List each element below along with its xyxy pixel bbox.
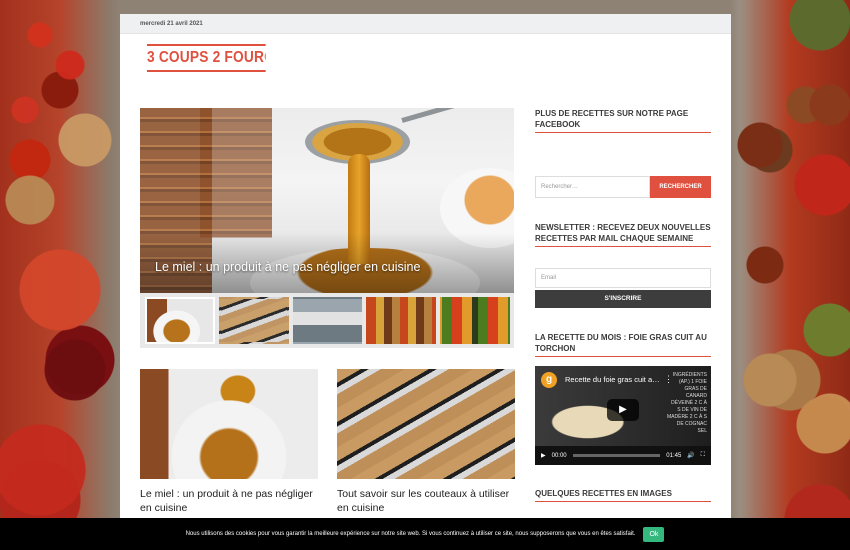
- search-form: Rechercher… RECHERCHER: [535, 176, 711, 198]
- cookie-banner: Nous utilisons des cookies pour vous gar…: [0, 518, 850, 550]
- thumbnail-honey[interactable]: [145, 297, 215, 344]
- play-button[interactable]: ▶: [607, 399, 639, 421]
- newsletter-widget-title: NEWSLETTER : RECEVEZ DEUX NOUVELLES RECE…: [535, 222, 711, 247]
- cookie-ok-button[interactable]: Ok: [643, 526, 665, 542]
- post-title[interactable]: Tout savoir sur les couteaux à utiliser …: [337, 487, 515, 515]
- background-decoration-left: [0, 0, 120, 550]
- search-button[interactable]: RECHERCHER: [650, 176, 711, 198]
- images-widget-title: QUELQUES RECETTES EN IMAGES: [535, 488, 711, 502]
- background-decoration-right: [730, 0, 850, 550]
- channel-logo-icon[interactable]: g: [541, 372, 557, 388]
- subscribe-button[interactable]: S'INSCRIRE: [535, 290, 711, 308]
- volume-icon[interactable]: 🔊: [687, 452, 694, 459]
- video-overlay-notes: INGRÉDIENTS (AP.) 1 FOIE GRAS DE CANARD …: [667, 372, 708, 434]
- video-controls: ▶ 00:00 01:45 🔊 ⛶: [535, 446, 711, 465]
- spoon-handle-decoration: [401, 108, 514, 123]
- slider-thumbnails: [140, 293, 514, 348]
- thumbnail-kitchen[interactable]: [292, 297, 363, 344]
- cookie-text: Nous utilisons des cookies pour vous gar…: [185, 531, 636, 537]
- play-icon[interactable]: ▶: [541, 452, 546, 459]
- recipe-month-title: LA RECETTE DU MOIS : FOIE GRAS CUIT AU T…: [535, 332, 711, 357]
- thumbnail-market[interactable]: [440, 297, 510, 344]
- post-thumbnail[interactable]: [337, 369, 515, 479]
- video-title[interactable]: Recette du foie gras cuit a…: [565, 375, 660, 384]
- thumbnail-knives[interactable]: [218, 297, 289, 344]
- sidebar: PLUS DE RECETTES SUR NOTRE PAGE FACEBOOK…: [535, 108, 711, 502]
- site-logo[interactable]: 3 COUPS 2 FOURCHETTE: [147, 44, 266, 72]
- current-time: 00:00: [551, 452, 567, 459]
- video-player[interactable]: g Recette du foie gras cuit a… ⋮ INGRÉDI…: [535, 366, 711, 465]
- current-date: mercredi 21 avril 2021: [140, 21, 203, 27]
- date-bar: mercredi 21 avril 2021: [120, 14, 731, 34]
- progress-bar[interactable]: [572, 454, 661, 457]
- facebook-widget-title: PLUS DE RECETTES SUR NOTRE PAGE FACEBOOK: [535, 108, 711, 133]
- post-card: Tout savoir sur les couteaux à utiliser …: [337, 369, 515, 515]
- post-thumbnail[interactable]: [140, 369, 318, 479]
- search-input[interactable]: Rechercher…: [535, 176, 650, 198]
- slide-title[interactable]: Le miel : un produit à ne pas négliger e…: [155, 260, 420, 274]
- post-title[interactable]: Le miel : un produit à ne pas négliger e…: [140, 487, 318, 515]
- thumbnail-spices[interactable]: [366, 297, 436, 344]
- post-card: Le miel : un produit à ne pas négliger e…: [140, 369, 318, 515]
- email-field[interactable]: Email: [535, 268, 711, 288]
- featured-slider: Le miel : un produit à ne pas négliger e…: [140, 108, 514, 348]
- slider-main-image[interactable]: Le miel : un produit à ne pas négliger e…: [140, 108, 514, 293]
- duration: 01:45: [666, 452, 682, 459]
- fullscreen-icon[interactable]: ⛶: [701, 452, 705, 459]
- page-container: mercredi 21 avril 2021 3 COUPS 2 FOURCHE…: [120, 14, 731, 550]
